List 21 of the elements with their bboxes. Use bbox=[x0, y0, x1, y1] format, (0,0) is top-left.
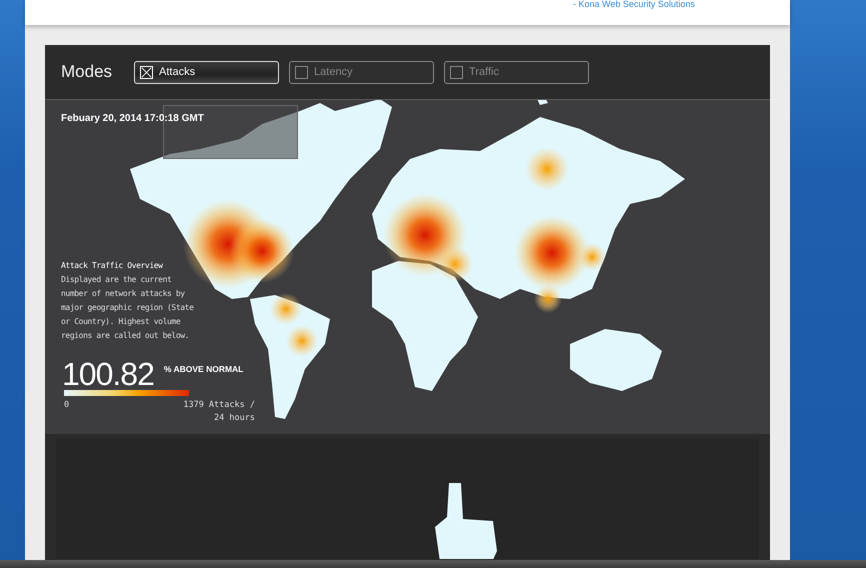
timestamp: Febuary 20, 2014 17:0:18 GMT bbox=[61, 112, 204, 126]
island-shape bbox=[535, 100, 548, 105]
checkbox-icon bbox=[140, 66, 154, 78]
checkbox-icon bbox=[450, 66, 464, 78]
mode-tab[interactable]: Attacks bbox=[134, 60, 280, 84]
metric-label: % ABOVE NORMAL bbox=[164, 363, 244, 376]
legend-max: 1379 Attacks / 24 hours bbox=[183, 399, 255, 425]
overview-description: Displayed are the current number of network attacks by major geographic region (State or Country). Highest volume regions are called out below. bbox=[61, 274, 194, 342]
legend-min: 0 bbox=[64, 399, 70, 412]
bullet-dash: - bbox=[573, 0, 576, 9]
checkbox-icon bbox=[295, 66, 308, 78]
heat-spot bbox=[230, 219, 294, 283]
overview-title: Attack Traffic Overview bbox=[61, 260, 164, 272]
modes-title: Modes bbox=[61, 61, 112, 84]
metric-value: 100.82 bbox=[62, 358, 154, 390]
security-solutions-link[interactable]: Kona Web Security Solutions bbox=[578, 0, 695, 9]
heat-spot bbox=[286, 325, 318, 357]
mode-tab[interactable]: Latency bbox=[289, 60, 434, 84]
heat-spot bbox=[270, 293, 302, 325]
heat-spot bbox=[525, 147, 569, 191]
mode-tab[interactable]: Traffic bbox=[444, 60, 590, 84]
